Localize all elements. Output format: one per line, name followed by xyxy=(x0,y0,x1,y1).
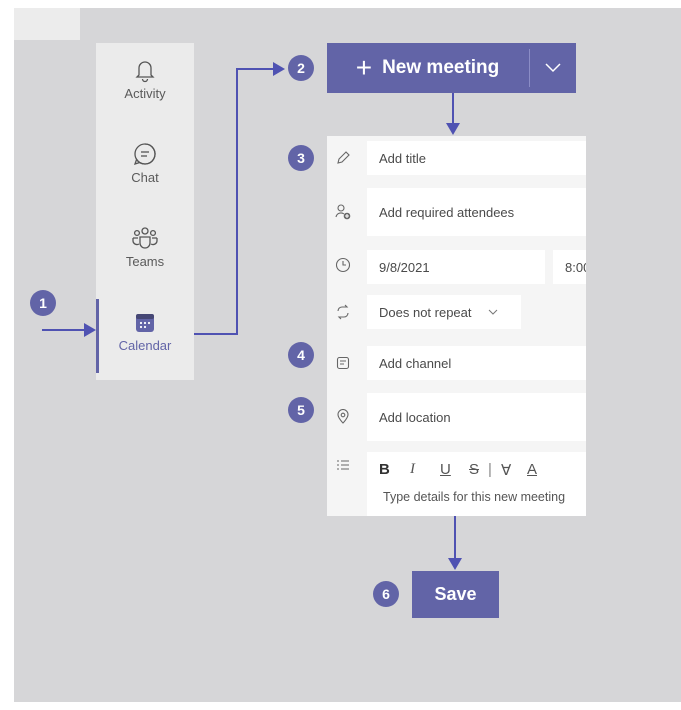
teams-icon xyxy=(132,227,158,249)
location-input[interactable]: Add location xyxy=(367,393,586,441)
toolbar-separator: | xyxy=(488,461,492,478)
arrow-into-calendar xyxy=(42,329,88,331)
arrowhead-icon xyxy=(446,123,460,135)
plus-icon: + xyxy=(355,52,373,83)
step-badge-6: 6 xyxy=(373,581,399,607)
channel-icon xyxy=(331,351,355,375)
add-person-icon xyxy=(331,200,355,224)
connector-line xyxy=(194,333,238,335)
clock-icon xyxy=(331,253,355,277)
window-corner xyxy=(14,8,80,40)
rail-item-teams[interactable]: Teams xyxy=(96,225,194,289)
font-color-button[interactable]: A xyxy=(527,461,537,478)
step-badge-2: 2 xyxy=(288,55,314,81)
step-badge-1: 1 xyxy=(30,290,56,316)
pencil-icon xyxy=(331,146,355,170)
strikethrough-button[interactable]: S xyxy=(469,461,479,478)
title-input[interactable]: Add title xyxy=(367,141,586,175)
repeat-value: Does not repeat xyxy=(379,304,472,320)
details-list-icon xyxy=(331,454,355,478)
save-button[interactable]: Save xyxy=(412,571,499,618)
active-indicator xyxy=(96,299,99,373)
italic-button[interactable]: I xyxy=(410,461,415,478)
underline-button[interactable]: U xyxy=(440,461,451,478)
new-meeting-dropdown-button[interactable] xyxy=(530,43,576,93)
repeat-icon xyxy=(331,300,355,324)
new-meeting-button[interactable]: + New meeting xyxy=(327,43,528,93)
arrowhead-icon xyxy=(273,62,285,76)
connector-line xyxy=(454,516,456,560)
details-placeholder: Type details for this new meeting xyxy=(383,490,566,504)
arrowhead-icon xyxy=(448,558,462,570)
details-editor[interactable]: B I U S | ∀ A Type details for this new … xyxy=(367,452,586,516)
step-badge-5: 5 xyxy=(288,397,314,423)
rail-item-label: Calendar xyxy=(118,338,172,353)
step-badge-3: 3 xyxy=(288,145,314,171)
rail-item-calendar[interactable]: Calendar xyxy=(96,311,194,375)
attendees-input[interactable]: Add required attendees xyxy=(367,188,586,236)
meeting-form: Add title Add required attendees 9/8/202… xyxy=(327,136,586,516)
new-meeting-split-button: + New meeting xyxy=(327,43,576,93)
rail-item-chat[interactable]: Chat xyxy=(96,141,194,205)
connector-line xyxy=(236,68,276,70)
rail-item-label: Teams xyxy=(125,254,165,269)
bell-icon xyxy=(135,61,155,83)
connector-line xyxy=(236,69,238,335)
connector-line xyxy=(452,93,454,125)
rail-item-label: Chat xyxy=(131,170,159,185)
start-date-input[interactable]: 9/8/2021 xyxy=(367,250,545,284)
step-badge-4: 4 xyxy=(288,342,314,368)
calendar-icon xyxy=(136,314,154,332)
channel-input[interactable]: Add channel xyxy=(367,346,586,380)
arrowhead-icon xyxy=(84,323,96,337)
start-time-input[interactable]: 8:00 xyxy=(553,250,586,284)
chat-icon xyxy=(133,143,156,166)
app-rail: Activity Chat Teams Calendar xyxy=(96,43,194,380)
chevron-down-icon xyxy=(488,309,497,315)
bold-button[interactable]: B xyxy=(379,461,390,478)
new-meeting-label: New meeting xyxy=(382,57,500,78)
repeat-select[interactable]: Does not repeat xyxy=(367,295,521,329)
highlight-button[interactable]: ∀ xyxy=(501,461,511,479)
chevron-down-icon xyxy=(545,63,561,73)
location-icon xyxy=(331,405,355,429)
illustration-canvas: Activity Chat Teams Calendar 1 2 3 4 5 6… xyxy=(14,8,681,702)
rail-item-activity[interactable]: Activity xyxy=(96,57,194,121)
rail-item-label: Activity xyxy=(124,86,166,101)
